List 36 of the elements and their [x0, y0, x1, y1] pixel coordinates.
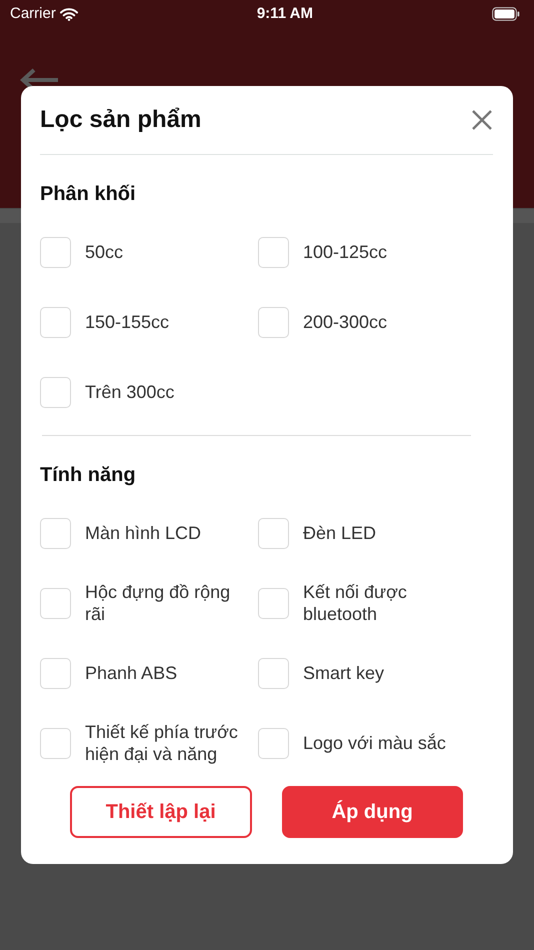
- option-label: Màn hình LCD: [85, 522, 202, 544]
- option-label: 50cc: [85, 240, 124, 264]
- option-label: 200-300cc: [303, 310, 388, 334]
- section-title: Tính năng: [40, 463, 137, 488]
- section-title: Phân khối: [40, 182, 137, 207]
- option-label: Kết nối được bluetooth: [303, 580, 408, 626]
- carrier-label: Carrier: [10, 4, 56, 24]
- battery-icon: [492, 7, 520, 21]
- checkbox[interactable]: [40, 658, 71, 688]
- option-label: 150-155cc: [85, 310, 170, 334]
- checkbox[interactable]: [40, 376, 71, 408]
- option-label: Smart key: [303, 662, 386, 684]
- close-icon[interactable]: [471, 109, 493, 131]
- option-label: Hộc đựng đồ rộng rãi: [85, 580, 232, 626]
- checkbox[interactable]: [258, 518, 289, 548]
- checkbox[interactable]: [258, 236, 289, 268]
- reset-button[interactable]: Thiết lập lại: [70, 786, 252, 838]
- option-label: Trên 300cc: [85, 380, 176, 404]
- checkbox[interactable]: [258, 658, 289, 688]
- checkbox[interactable]: [40, 588, 71, 618]
- option-label: 100-125cc: [303, 240, 388, 264]
- checkbox[interactable]: [40, 728, 71, 758]
- option-label: Logo với màu sắc: [303, 732, 447, 754]
- checkbox[interactable]: [258, 306, 289, 338]
- option-label: Thiết kế phía trước hiện đại và năng: [85, 720, 239, 766]
- option-label: Phanh ABS: [85, 662, 178, 684]
- checkbox[interactable]: [40, 306, 71, 338]
- clock-time: 9:11 AM: [256, 4, 313, 24]
- checkbox[interactable]: [40, 236, 71, 268]
- checkbox[interactable]: [258, 728, 289, 758]
- checkbox[interactable]: [258, 588, 289, 618]
- option-label: Đèn LED: [303, 522, 378, 544]
- apply-button[interactable]: Áp dụng: [282, 786, 463, 838]
- checkbox[interactable]: [40, 518, 71, 548]
- dialog-title: Lọc sản phẩm: [40, 105, 202, 135]
- wifi-icon: [60, 8, 78, 20]
